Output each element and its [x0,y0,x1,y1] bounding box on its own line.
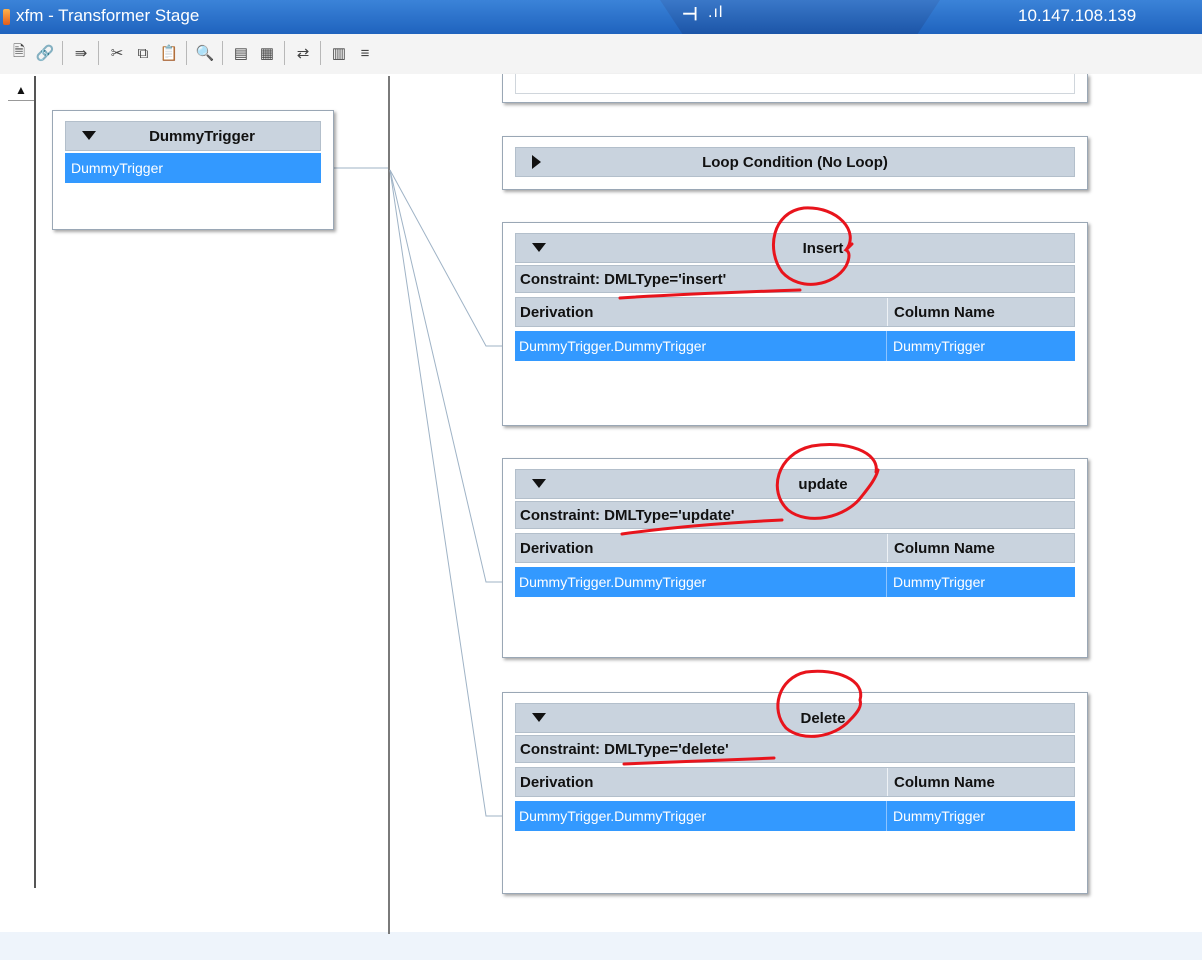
find-icon[interactable]: 🔍 [194,42,216,64]
remote-ip-address: 10.147.108.139 [1018,6,1137,25]
source-column-row[interactable]: DummyTrigger [65,153,321,183]
column-header-row: Derivation Column Name [515,297,1075,327]
load-icon[interactable]: ▤ [230,42,252,64]
window-title: xfm - Transformer Stage [16,6,200,25]
derivation-column-header[interactable]: Derivation [516,298,888,326]
pin-icon[interactable]: ⊣ [682,4,698,25]
expand-arrow-icon[interactable] [532,155,541,169]
constraint-row[interactable]: Constraint: DMLType='delete' [515,735,1075,763]
left-pane-scrollbar[interactable]: ▲ [8,76,36,888]
app-icon [3,9,10,25]
output-link-title: Delete [800,709,846,727]
column-name-cell[interactable]: DummyTrigger [887,801,1075,831]
loop-condition-header[interactable]: Loop Condition (No Loop) [515,147,1075,177]
column-name-cell[interactable]: DummyTrigger [887,331,1075,361]
source-column-name: DummyTrigger [71,160,164,176]
column-name-header[interactable]: Column Name [888,768,1074,796]
signal-icon: .ıl [708,4,724,21]
link-icon[interactable]: 🔗 [34,42,56,64]
table-row[interactable]: DummyTrigger.DummyTrigger DummyTrigger [515,567,1075,597]
output-link-title: update [798,475,848,493]
derivation-cell[interactable]: DummyTrigger.DummyTrigger [515,567,887,597]
constraint-text: Constraint: DMLType='insert' [520,270,727,288]
collapse-arrow-icon[interactable] [532,713,546,722]
loop-condition-panel[interactable]: Loop Condition (No Loop) [502,136,1088,190]
constraint-text: Constraint: DMLType='delete' [520,740,729,758]
panel-inner [515,74,1075,94]
toolbar-separator [98,41,99,65]
remote-session-tab[interactable] [660,0,940,34]
toolbar-separator [186,41,187,65]
derivation-cell[interactable]: DummyTrigger.DummyTrigger [515,331,887,361]
column-header-row: Derivation Column Name [515,533,1075,563]
column-name-header[interactable]: Column Name [888,298,1074,326]
status-area [0,932,1202,960]
paste-icon[interactable]: 📋 [158,42,180,64]
output-link-header[interactable]: update [515,469,1075,499]
output-link-header[interactable]: Insert [515,233,1075,263]
collapse-arrow-icon[interactable] [532,479,546,488]
constraint-text: Constraint: DMLType='update' [520,506,735,524]
table-row[interactable]: DummyTrigger.DummyTrigger DummyTrigger [515,801,1075,831]
derivation-column-header[interactable]: Derivation [516,534,888,562]
toolbar-separator [320,41,321,65]
toolbar-separator [284,41,285,65]
table-row[interactable]: DummyTrigger.DummyTrigger DummyTrigger [515,331,1075,361]
constraint-row[interactable]: Constraint: DMLType='update' [515,501,1075,529]
collapse-arrow-icon[interactable] [532,243,546,252]
cut-icon[interactable]: ✂ [106,42,128,64]
pane-divider[interactable] [388,76,390,934]
output-link-update[interactable]: update Constraint: DMLType='update' Deri… [502,458,1088,658]
column-header-row: Derivation Column Name [515,767,1075,797]
show-columns-icon[interactable]: ▥ [328,42,350,64]
properties-icon[interactable]: 🗎 [8,42,30,64]
column-name-cell[interactable]: DummyTrigger [887,567,1075,597]
input-link-order-icon[interactable]: ≡ [354,42,376,64]
toolbar-separator [62,41,63,65]
column-auto-match-icon[interactable]: ⇛ [70,42,92,64]
scroll-up-icon[interactable]: ▲ [8,80,34,101]
derivation-cell[interactable]: DummyTrigger.DummyTrigger [515,801,887,831]
constraint-row[interactable]: Constraint: DMLType='insert' [515,265,1075,293]
stage-variables-panel [502,74,1088,103]
output-link-title: Insert [802,239,844,257]
collapse-arrow-icon[interactable] [82,131,96,140]
column-name-header[interactable]: Column Name [888,534,1074,562]
derivation-column-header[interactable]: Derivation [516,768,888,796]
title-bar: xfm - Transformer Stage ⊣ .ıl 10.147.108… [0,0,1202,34]
output-link-insert[interactable]: Insert Constraint: DMLType='insert' Deri… [502,222,1088,426]
output-link-delete[interactable]: Delete Constraint: DMLType='delete' Deri… [502,692,1088,894]
copy-icon[interactable]: ⧉ [132,42,154,64]
source-link-dummytrigger[interactable]: DummyTrigger DummyTrigger [52,110,334,230]
source-link-header[interactable]: DummyTrigger [65,121,321,151]
loop-condition-title: Loop Condition (No Loop) [702,153,888,171]
save-icon[interactable]: ▦ [256,42,278,64]
link-execution-order-icon[interactable]: ⇄ [292,42,314,64]
source-link-title: DummyTrigger [149,127,255,145]
toolbar: 🗎 🔗 ⇛ ✂ ⧉ 📋 🔍 ▤ ▦ ⇄ ▥ ≡ [0,34,1202,75]
output-link-header[interactable]: Delete [515,703,1075,733]
toolbar-separator [222,41,223,65]
